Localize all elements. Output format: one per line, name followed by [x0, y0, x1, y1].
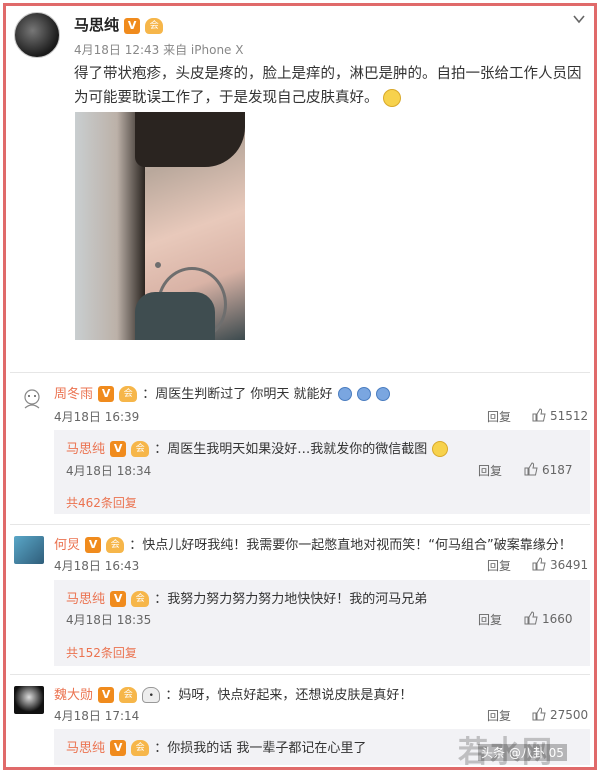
replier-name[interactable]: 马思纯	[66, 442, 105, 457]
vip-badge-icon: V	[85, 536, 102, 553]
reply-text: ：我努力努力努力努力地快快好！我的河马兄弟	[154, 592, 428, 607]
like-count: 27500	[550, 708, 589, 722]
post-text: 得了带状疱疹，头皮是疼的，脸上是痒的，淋巴是肿的。自拍一张给工作人员因为可能要耽…	[74, 66, 582, 106]
thumbs-up-icon	[532, 707, 546, 721]
comment-divider	[10, 674, 590, 675]
post-meta: 4月18日 12:43 来自 iPhone X	[74, 43, 244, 57]
chevron-down-icon[interactable]	[572, 12, 586, 26]
vip-badge-icon: V	[110, 440, 127, 457]
author-name-row: 马思纯 V 会	[74, 14, 164, 35]
reply-button[interactable]: 回复	[478, 611, 502, 628]
thumbs-up-icon	[524, 611, 538, 625]
vip-badge-icon: V	[110, 739, 127, 756]
more-replies-link[interactable]: 共462条回复	[66, 494, 137, 511]
watermark-caption: 头条 @八卦 05	[478, 744, 567, 761]
thumbs-up-icon	[532, 408, 546, 422]
reply-button[interactable]: 回复	[487, 408, 511, 425]
commenter-name[interactable]: 何炅	[54, 538, 80, 553]
reply-row: 马思纯 V 会 ：周医生我明天如果没好…我就发你的微信截图	[66, 438, 449, 457]
commenter-name[interactable]: 周冬雨	[54, 387, 93, 402]
reply-date: 4月18日 18:34	[66, 464, 152, 478]
vip-badge-icon: V	[110, 590, 127, 607]
crying-emoji-icon	[337, 386, 352, 401]
comment-row: 周冬雨 V 会 ：周医生判断过了 你明天 就能好	[54, 383, 390, 402]
commenter-avatar[interactable]	[14, 686, 44, 714]
like-count: 1660	[542, 612, 573, 626]
author-name[interactable]: 马思纯	[74, 16, 119, 34]
reply-button[interactable]: 回复	[478, 462, 502, 479]
reply-row: 马思纯 V 会 ：我努力努力努力努力地快快好！我的河马兄弟	[66, 588, 427, 607]
commenter-name[interactable]: 魏大勋	[54, 688, 93, 703]
like-button[interactable]: 6187	[524, 462, 573, 477]
comment-date: 4月18日 17:14	[54, 709, 140, 723]
crying-emoji-icon	[356, 386, 371, 401]
member-badge-icon: 会	[145, 17, 164, 34]
commenter-avatar[interactable]	[22, 388, 42, 410]
more-replies-link[interactable]: 共152条回复	[66, 644, 137, 661]
member-badge-icon: 会	[106, 536, 125, 553]
author-avatar[interactable]	[14, 12, 60, 58]
section-divider	[10, 372, 590, 373]
member-badge-icon: 会	[131, 440, 150, 457]
smile-emoji-icon	[383, 89, 402, 107]
thumbs-up-icon	[524, 462, 538, 476]
smile-emoji-icon	[432, 440, 449, 457]
like-button[interactable]: 1660	[524, 611, 573, 626]
reply-row: 马思纯 V 会 ：你损我的话 我一辈子都记在心里了	[66, 737, 366, 756]
member-badge-icon: 会	[119, 686, 138, 703]
vip-badge-icon: V	[98, 385, 115, 402]
selfie-photo[interactable]	[75, 112, 245, 340]
replier-name[interactable]: 马思纯	[66, 741, 105, 756]
reply-text: ：周医生我明天如果没好…我就发你的微信截图	[154, 442, 428, 457]
commenter-avatar[interactable]	[14, 536, 44, 564]
comment-divider	[10, 524, 590, 525]
comment-text: ：妈呀，快点好起来，还想说皮肤是真好！	[165, 688, 413, 703]
panda-badge-icon: •	[142, 686, 161, 703]
like-button[interactable]: 27500	[532, 707, 588, 722]
like-button[interactable]: 36491	[532, 557, 588, 572]
vip-badge-icon: V	[98, 686, 115, 703]
reply-button[interactable]: 回复	[487, 707, 511, 724]
reply-date: 4月18日 18:35	[66, 613, 152, 627]
like-count: 36491	[550, 558, 589, 572]
member-badge-icon: 会	[119, 385, 138, 402]
vip-badge-icon: V	[124, 17, 141, 34]
thumbs-up-icon	[532, 557, 546, 571]
reply-text: ：你损我的话 我一辈子都记在心里了	[154, 741, 367, 756]
comment-row: 何炅 V 会 ：快点儿好呀我纯！我需要你一起憋直地对视而笑！“何马组合”破案靠缘…	[54, 534, 572, 553]
post-text-block: 得了带状疱疹，头皮是疼的，脸上是痒的，淋巴是肿的。自拍一张给工作人员因为可能要耽…	[74, 62, 589, 110]
like-button[interactable]: 51512	[532, 408, 588, 423]
member-badge-icon: 会	[131, 739, 150, 756]
like-count: 6187	[542, 463, 573, 477]
comment-date: 4月18日 16:43	[54, 559, 140, 573]
comment-text: ：快点儿好呀我纯！我需要你一起憋直地对视而笑！“何马组合”破案靠缘分！	[129, 538, 572, 553]
reply-button[interactable]: 回复	[487, 557, 511, 574]
member-badge-icon: 会	[131, 590, 150, 607]
comment-row: 魏大勋 V 会 • ：妈呀，快点好起来，还想说皮肤是真好！	[54, 684, 412, 703]
like-count: 51512	[550, 409, 589, 423]
comment-text: ：周医生判断过了 你明天 就能好	[142, 387, 333, 402]
comment-date: 4月18日 16:39	[54, 410, 140, 424]
replier-name[interactable]: 马思纯	[66, 592, 105, 607]
crying-emoji-icon	[375, 386, 390, 401]
